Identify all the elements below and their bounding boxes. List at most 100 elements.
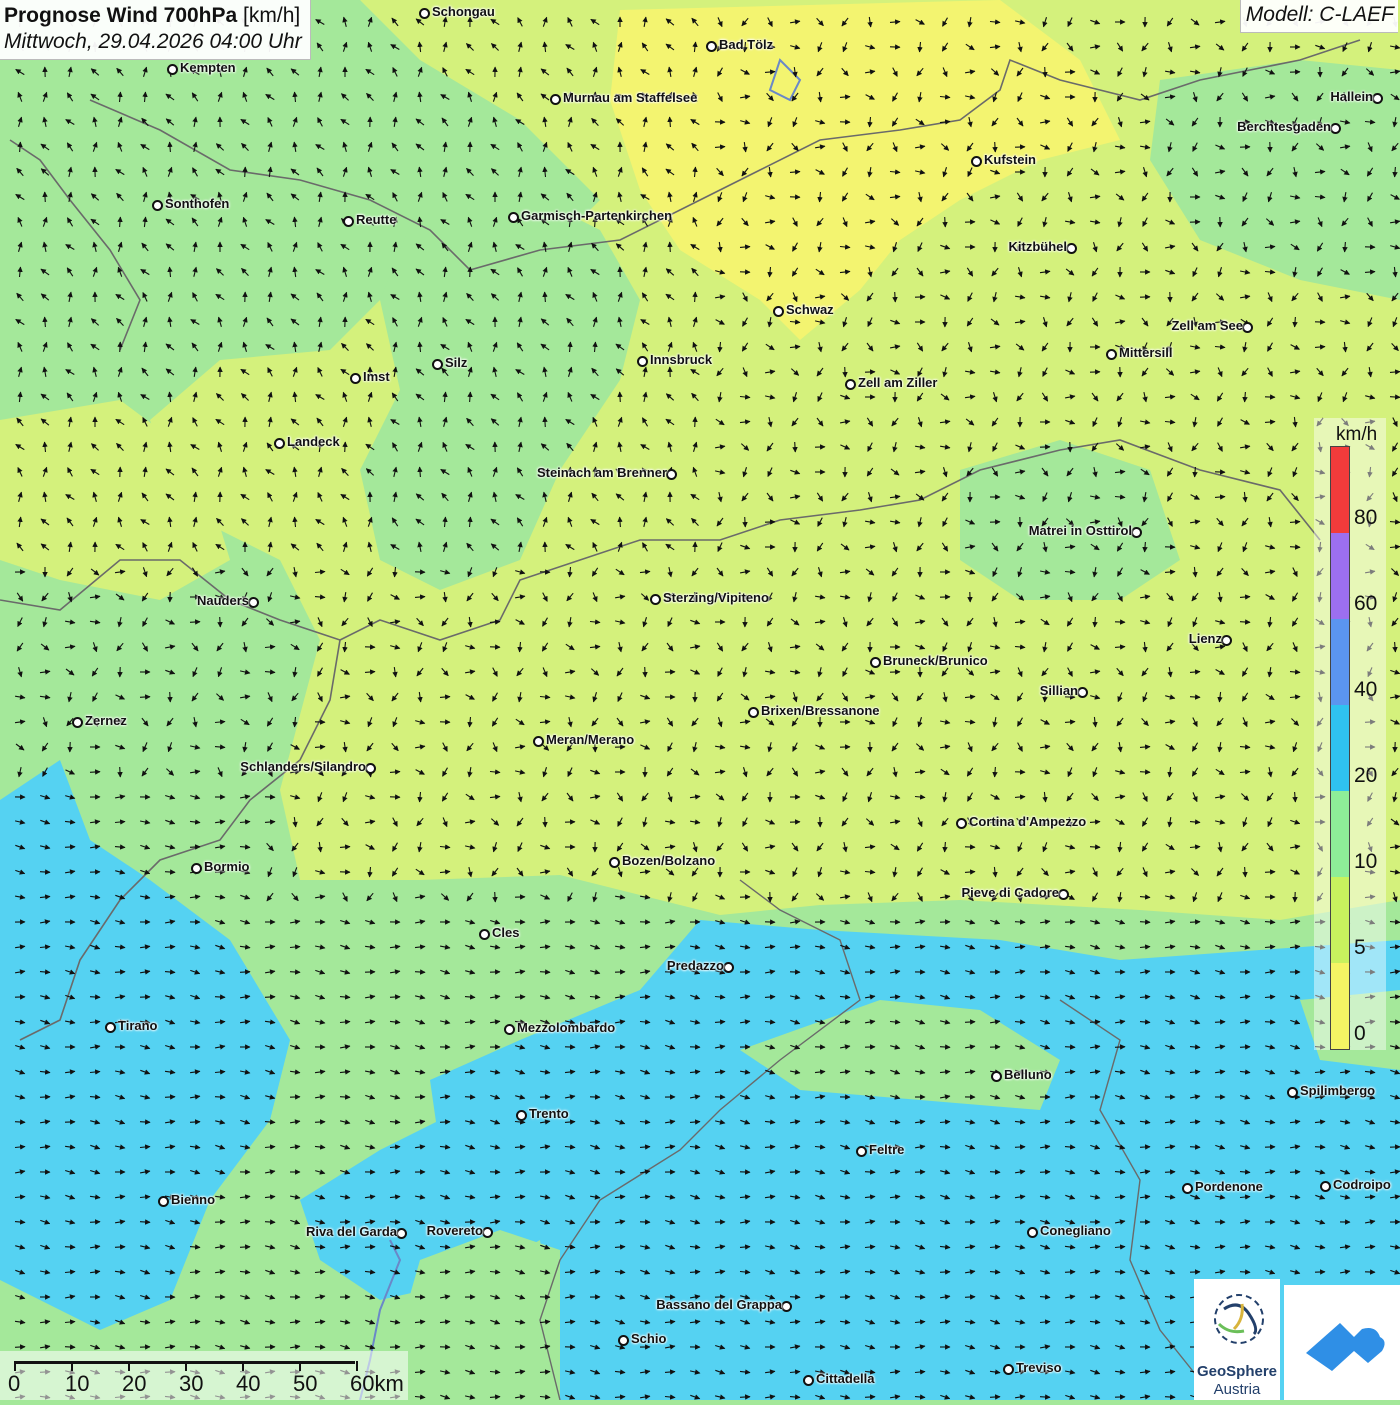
city-marker [1182, 1183, 1193, 1194]
city-label: Zernez [85, 713, 127, 728]
city-marker [158, 1196, 169, 1207]
wind-arrow [120, 767, 121, 777]
city-label: Murnau am Staffelsee [563, 90, 697, 105]
title-box: Prognose Wind 700hPa [km/h] Mittwoch, 29… [0, 0, 311, 60]
wind-arrow [220, 617, 221, 627]
legend-tick-label: 60 [1354, 592, 1377, 616]
city-label: Nauders [197, 593, 249, 608]
city-label: Cles [492, 925, 519, 940]
mountain-cloud-icon [1284, 1285, 1400, 1400]
wind-arrow [1240, 622, 1250, 623]
city-marker [516, 1110, 527, 1121]
geosphere-name: GeoSphere [1194, 1363, 1280, 1380]
city-label: Bad Tölz [719, 37, 773, 52]
wind-arrow [240, 972, 250, 973]
wind-arrow [415, 972, 425, 973]
city-marker [365, 763, 376, 774]
city-label: Kufstein [984, 152, 1036, 167]
color-legend: km/h 806040201050 [1314, 418, 1386, 1050]
city-marker [105, 1022, 116, 1033]
city-marker [1077, 687, 1088, 698]
wind-arrow [670, 242, 671, 252]
wind-arrow [1065, 1272, 1075, 1273]
city-label: Meran/Merano [546, 732, 634, 747]
wind-arrow [190, 622, 200, 623]
wind-arrow [1040, 1397, 1050, 1398]
wind-arrow [15, 1122, 25, 1123]
city-marker [706, 41, 717, 52]
wind-arrow [1190, 697, 1200, 698]
geosphere-logo[interactable]: GeoSphere Austria [1194, 1279, 1280, 1400]
wind-arrow [1040, 1172, 1050, 1173]
wind-arrow [15, 1347, 25, 1348]
city-marker [479, 929, 490, 940]
city-marker [274, 438, 285, 449]
city-marker [1320, 1181, 1331, 1192]
scale-label: 0 [8, 1371, 20, 1397]
city-label: Schio [631, 1331, 666, 1346]
city-label: Lienz [1189, 631, 1222, 646]
wind-arrow [515, 997, 525, 998]
wind-arrow [1390, 397, 1400, 398]
app-logo[interactable] [1284, 1285, 1400, 1400]
wind-arrow [965, 1022, 975, 1023]
wind-arrow [215, 1097, 225, 1098]
wind-arrow [65, 1247, 75, 1248]
wind-arrow [190, 1347, 200, 1348]
wind-arrow [1015, 922, 1025, 923]
wind-arrow [470, 267, 471, 277]
city-marker [773, 306, 784, 317]
wind-arrow [90, 1222, 100, 1223]
wind-arrow [1140, 1147, 1150, 1148]
city-marker [1372, 93, 1383, 104]
wind-arrow [1045, 67, 1046, 77]
wind-arrow [245, 167, 246, 177]
city-marker [432, 359, 443, 370]
city-marker [1003, 1364, 1014, 1375]
city-marker [991, 1071, 1002, 1082]
city-label: Schongau [432, 4, 495, 19]
wind-arrow [345, 442, 346, 452]
wind-arrow [1090, 847, 1100, 848]
legend-swatch [1331, 877, 1349, 963]
wind-arrow [740, 1397, 750, 1398]
legend-swatch [1331, 533, 1349, 619]
city-marker [637, 356, 648, 367]
legend-swatch [1331, 619, 1349, 705]
wind-arrow [315, 1347, 325, 1348]
wind-arrow [170, 692, 171, 702]
city-label: Tirano [118, 1018, 158, 1033]
wind-arrow [1090, 1022, 1100, 1023]
wind-arrow [1140, 922, 1150, 923]
city-marker [1131, 527, 1142, 538]
legend-tick-label: 5 [1354, 936, 1366, 960]
wind-arrow [215, 997, 225, 998]
city-label: Pordenone [1195, 1179, 1263, 1194]
wind-arrow [540, 972, 550, 973]
wind-arrow [1265, 1022, 1275, 1023]
wind-arrow [990, 1172, 1000, 1173]
legend-bar [1330, 446, 1350, 1050]
wind-arrow [745, 517, 746, 527]
wind-arrow [1315, 1147, 1325, 1148]
city-label: Pieve di Cadore [961, 885, 1059, 900]
city-marker [482, 1227, 493, 1238]
city-label: Sonthofen [165, 196, 229, 211]
legend-tick-label: 40 [1354, 678, 1377, 702]
city-label: Hallein [1330, 89, 1373, 104]
wind-arrow [65, 847, 75, 848]
wind-arrow [1265, 872, 1275, 873]
city-marker [1221, 635, 1232, 646]
city-label: Garmisch-Partenkirchen [521, 208, 672, 223]
wind-arrow [1290, 547, 1300, 548]
wind-arrow [1215, 1022, 1225, 1023]
legend-unit: km/h [1336, 424, 1377, 446]
city-marker [971, 156, 982, 167]
city-marker [870, 657, 881, 668]
city-marker [666, 469, 677, 480]
city-label: Bormio [204, 859, 250, 874]
city-label: Cittadella [816, 1371, 875, 1386]
forecast-title: Prognose Wind 700hPa [km/h] [4, 3, 302, 29]
city-marker [508, 212, 519, 223]
wind-arrow [545, 417, 546, 427]
